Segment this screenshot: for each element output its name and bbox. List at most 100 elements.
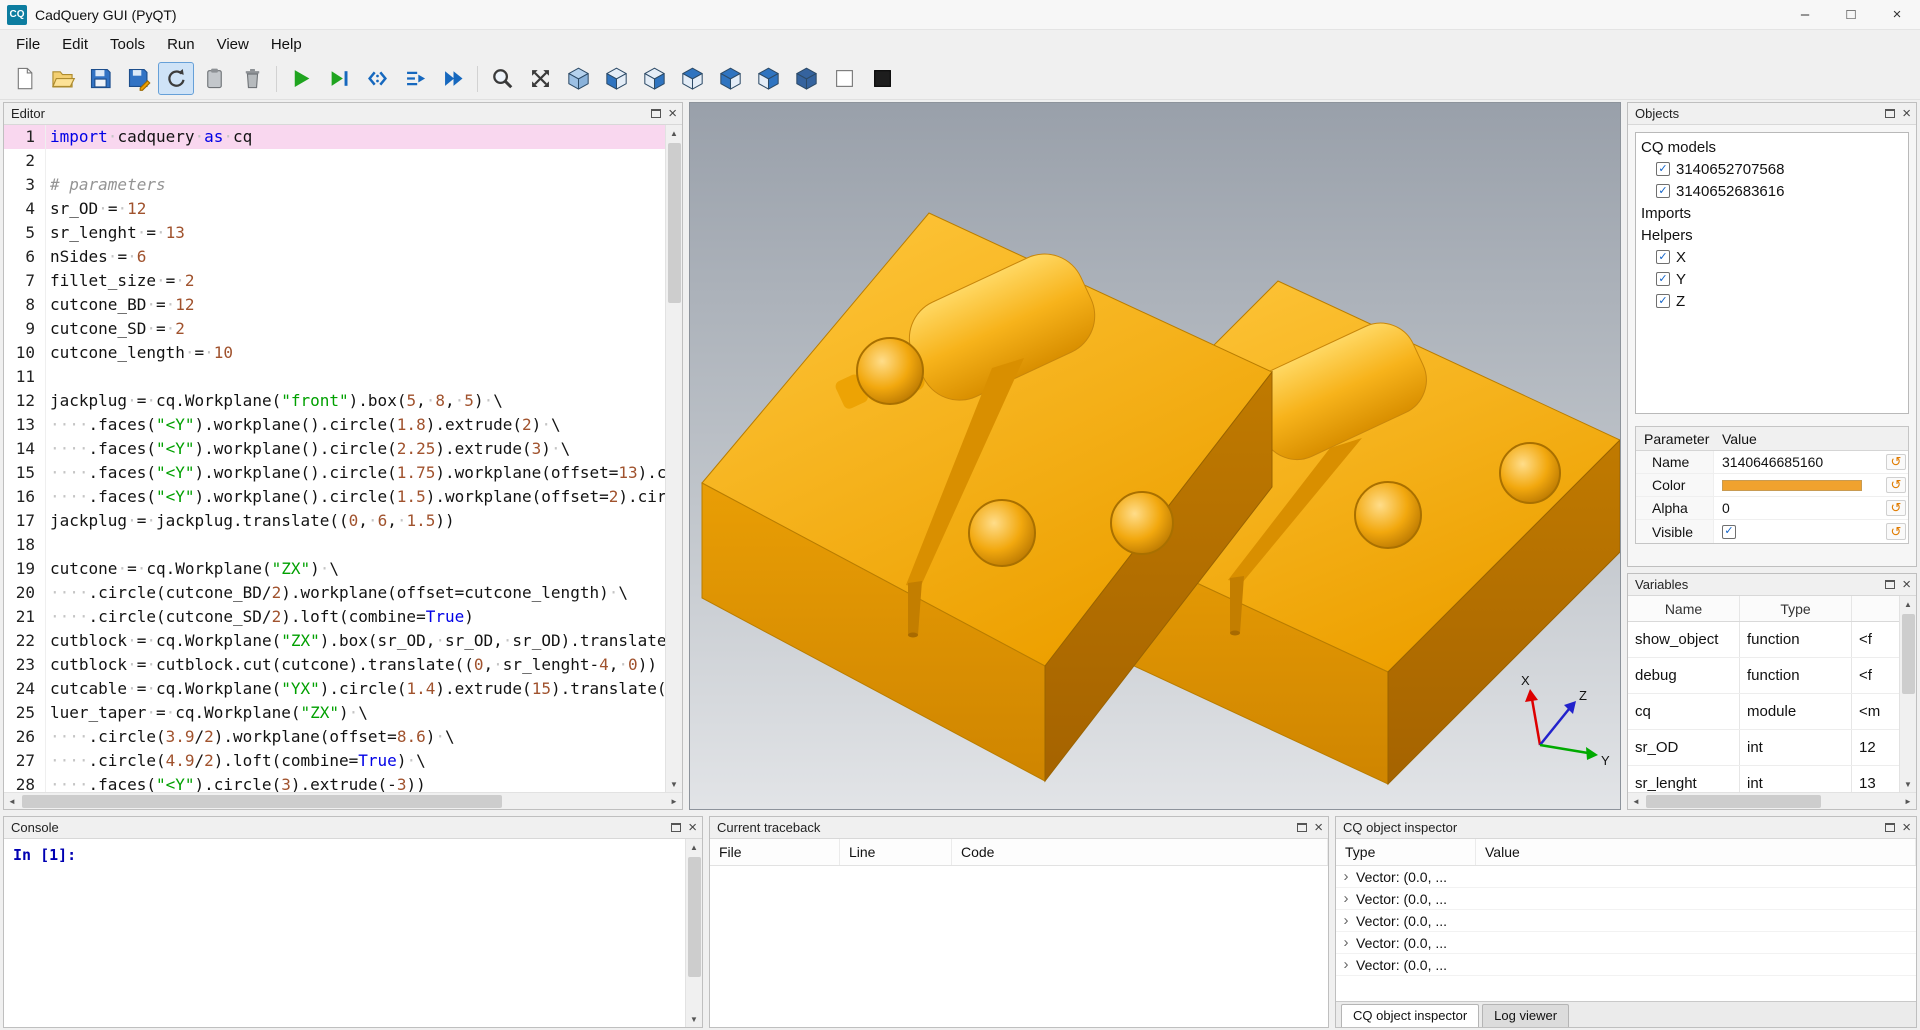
checkbox-checked-icon[interactable]: ✓ <box>1656 162 1670 176</box>
scroll-thumb[interactable] <box>668 143 681 303</box>
scroll-down-icon[interactable]: ▼ <box>666 776 682 792</box>
code-line[interactable]: 21····.circle(cutcone_SD/2).loft(combine… <box>4 605 665 629</box>
float-panel-icon[interactable] <box>1885 109 1895 118</box>
tree-item-model[interactable]: ✓ 3140652707568 <box>1641 158 1903 180</box>
variables-vertical-scrollbar[interactable]: ▲ ▼ <box>1899 596 1916 792</box>
step-next-button[interactable] <box>397 62 433 95</box>
code-line[interactable]: 1import·cadquery·as·cq <box>4 125 665 149</box>
property-row-name[interactable]: Name 3140646685160 ↺ <box>1636 451 1908 474</box>
reset-property-icon[interactable]: ↺ <box>1886 477 1906 493</box>
viewport-3d[interactable]: X Z Y <box>689 102 1621 810</box>
wireframe-button[interactable] <box>826 62 862 95</box>
code-line[interactable]: 18 <box>4 533 665 557</box>
code-line[interactable]: 13····.faces("<Y").workplane().circle(1.… <box>4 413 665 437</box>
view-right-button[interactable] <box>712 62 748 95</box>
code-line[interactable]: 10cutcone_length·=·10 <box>4 341 665 365</box>
close-panel-icon[interactable]: × <box>1902 577 1911 592</box>
scroll-left-icon[interactable]: ◄ <box>1628 793 1644 809</box>
reset-property-icon[interactable]: ↺ <box>1886 454 1906 470</box>
copy-button[interactable] <box>196 62 232 95</box>
reset-property-icon[interactable]: ↺ <box>1886 500 1906 516</box>
shaded-button[interactable] <box>864 62 900 95</box>
save-as-button[interactable] <box>120 62 156 95</box>
code-line[interactable]: 16····.faces("<Y").workplane().circle(1.… <box>4 485 665 509</box>
code-line[interactable]: 9cutcone_SD·=·2 <box>4 317 665 341</box>
tab-log-viewer[interactable]: Log viewer <box>1482 1004 1569 1027</box>
code-line[interactable]: 23cutblock·=·cutblock.cut(cutcone).trans… <box>4 653 665 677</box>
code-line[interactable]: 8cutcone_BD·=·12 <box>4 293 665 317</box>
scroll-right-icon[interactable]: ► <box>666 793 682 809</box>
scroll-thumb[interactable] <box>1902 614 1915 694</box>
checkbox-checked-icon[interactable]: ✓ <box>1656 250 1670 264</box>
tree-item-helper-y[interactable]: ✓ Y <box>1641 268 1903 290</box>
code-line[interactable]: 11 <box>4 365 665 389</box>
tab-cq-object-inspector[interactable]: CQ object inspector <box>1341 1004 1479 1027</box>
checkbox-checked-icon[interactable]: ✓ <box>1722 525 1736 539</box>
scroll-down-icon[interactable]: ▼ <box>686 1011 702 1027</box>
code-line[interactable]: 17jackplug·=·jackplug.translate((0,·6,·1… <box>4 509 665 533</box>
code-line[interactable]: 28····.faces("<Y").circle(3).extrude(-3)… <box>4 773 665 792</box>
close-panel-icon[interactable]: × <box>1902 820 1911 835</box>
tree-item-helper-z[interactable]: ✓ Z <box>1641 290 1903 312</box>
code-line[interactable]: 15····.faces("<Y").workplane().circle(1.… <box>4 461 665 485</box>
menu-edit[interactable]: Edit <box>51 32 99 57</box>
code-line[interactable]: 12jackplug·=·cq.Workplane("front").box(5… <box>4 389 665 413</box>
code-line[interactable]: 6nSides·=·6 <box>4 245 665 269</box>
color-swatch[interactable] <box>1722 480 1862 491</box>
property-row-visible[interactable]: Visible ✓ ↺ <box>1636 520 1908 543</box>
menu-run[interactable]: Run <box>156 32 206 57</box>
reset-property-icon[interactable]: ↺ <box>1886 523 1906 540</box>
variable-row[interactable]: sr_OD int 12 <box>1628 730 1899 766</box>
scroll-up-icon[interactable]: ▲ <box>686 839 702 855</box>
close-panel-icon[interactable]: × <box>688 820 697 835</box>
fit-view-button[interactable] <box>522 62 558 95</box>
view-back-button[interactable] <box>636 62 672 95</box>
code-line[interactable]: 22cutblock·=·cq.Workplane("ZX").box(sr_O… <box>4 629 665 653</box>
tree-item-model[interactable]: ✓ 3140652683616 <box>1641 180 1903 202</box>
variable-row[interactable]: show_object function <f <box>1628 622 1899 658</box>
new-file-button[interactable] <box>6 62 42 95</box>
view-front-button[interactable] <box>598 62 634 95</box>
open-file-button[interactable] <box>44 62 80 95</box>
variables-horizontal-scrollbar[interactable]: ◄ ► <box>1628 792 1916 809</box>
code-line[interactable]: 20····.circle(cutcone_BD/2).workplane(of… <box>4 581 665 605</box>
float-panel-icon[interactable] <box>1885 580 1895 589</box>
minimize-button[interactable]: – <box>1782 0 1828 29</box>
close-panel-icon[interactable]: × <box>1314 820 1323 835</box>
code-line[interactable]: 24cutcable·=·cq.Workplane("YX").circle(1… <box>4 677 665 701</box>
reload-code-button[interactable] <box>158 62 194 95</box>
view-top-button[interactable] <box>750 62 786 95</box>
console-prompt[interactable]: In [1]: <box>4 839 685 1027</box>
console-vertical-scrollbar[interactable]: ▲ ▼ <box>685 839 702 1027</box>
delete-button[interactable] <box>234 62 270 95</box>
checkbox-checked-icon[interactable]: ✓ <box>1656 294 1670 308</box>
scroll-thumb[interactable] <box>22 795 502 808</box>
checkbox-checked-icon[interactable]: ✓ <box>1656 272 1670 286</box>
scroll-left-icon[interactable]: ◄ <box>4 793 20 809</box>
inspector-row[interactable]: › Vector: (0.0, ... <box>1336 888 1916 910</box>
code-line[interactable]: 26····.circle(3.9/2).workplane(offset=8.… <box>4 725 665 749</box>
code-line[interactable]: 5sr_lenght·=·13 <box>4 221 665 245</box>
menu-help[interactable]: Help <box>260 32 313 57</box>
view-bottom-button[interactable] <box>788 62 824 95</box>
code-line[interactable]: 14····.faces("<Y").workplane().circle(2.… <box>4 437 665 461</box>
code-line[interactable]: 4sr_OD·=·12 <box>4 197 665 221</box>
close-panel-icon[interactable]: × <box>668 106 677 121</box>
menu-file[interactable]: File <box>5 32 51 57</box>
code-editor[interactable]: 1import·cadquery·as·cq23# parameters4sr_… <box>4 125 665 792</box>
code-line[interactable]: 19cutcone·=·cq.Workplane("ZX")·\ <box>4 557 665 581</box>
close-panel-icon[interactable]: × <box>1902 106 1911 121</box>
float-panel-icon[interactable] <box>651 109 661 118</box>
inspector-row[interactable]: › Vector: (0.0, ... <box>1336 954 1916 976</box>
scroll-up-icon[interactable]: ▲ <box>666 125 682 141</box>
tree-item-helper-x[interactable]: ✓ X <box>1641 246 1903 268</box>
property-row-color[interactable]: Color ↺ <box>1636 474 1908 497</box>
step-button[interactable] <box>359 62 395 95</box>
float-panel-icon[interactable] <box>1885 823 1895 832</box>
close-button[interactable]: × <box>1874 0 1920 29</box>
menu-tools[interactable]: Tools <box>99 32 156 57</box>
scroll-right-icon[interactable]: ► <box>1900 793 1916 809</box>
view-left-button[interactable] <box>674 62 710 95</box>
scroll-thumb[interactable] <box>688 857 701 977</box>
property-row-alpha[interactable]: Alpha 0 ↺ <box>1636 497 1908 520</box>
